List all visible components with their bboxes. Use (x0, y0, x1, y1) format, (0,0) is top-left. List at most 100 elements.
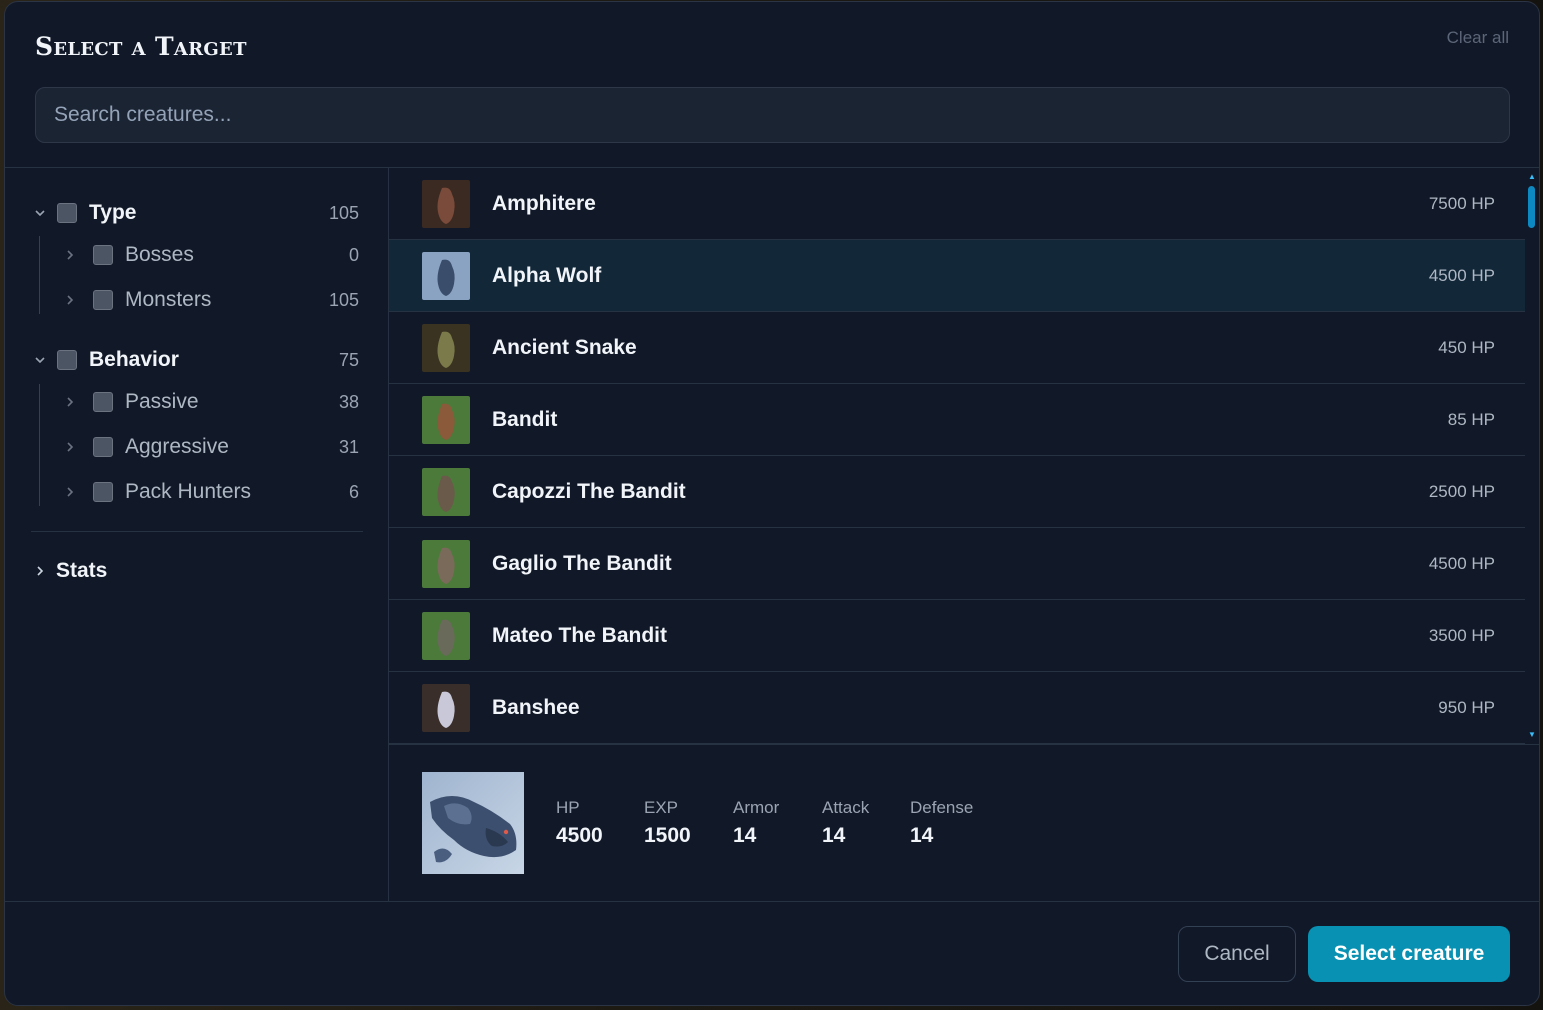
filter-item-count: 38 (338, 391, 359, 412)
creature-thumbnail (422, 684, 470, 732)
chevron-right-icon[interactable] (63, 440, 77, 454)
dialog-title: Select a Target (35, 32, 247, 61)
behavior-checkbox[interactable] (57, 350, 77, 370)
filter-group-behavior[interactable]: Behavior 75 (5, 342, 389, 378)
chevron-right-icon[interactable] (63, 485, 77, 499)
filter-group-label: Type (89, 201, 137, 224)
creature-row[interactable]: Gaglio The Bandit 4500 HP (389, 528, 1525, 600)
stat-label: HP (556, 798, 580, 817)
creature-thumbnail (422, 324, 470, 372)
chevron-right-icon[interactable] (63, 395, 77, 409)
search-input[interactable] (36, 88, 1509, 142)
filter-item-monsters[interactable]: Monsters 105 (5, 282, 389, 318)
stat-value: 1500 (644, 824, 691, 847)
creature-thumbnail (422, 252, 470, 300)
select-target-dialog: Select a Target Clear all Type 105 Bosse… (4, 1, 1540, 1006)
filter-item-aggressive[interactable]: Aggressive 31 (5, 429, 389, 465)
stat-attack: Attack 14 (822, 798, 869, 848)
creature-row[interactable]: Mateo The Bandit 3500 HP (389, 600, 1525, 672)
filter-item-count: 31 (338, 436, 359, 457)
clear-all-button[interactable]: Clear all (1447, 28, 1509, 48)
chevron-right-icon[interactable] (33, 564, 47, 578)
creature-thumbnail (422, 396, 470, 444)
filter-group-count: 75 (338, 349, 359, 370)
filter-item-count: 0 (348, 244, 359, 265)
creature-detail: HP 4500 EXP 1500 Armor 14 Attack 14 Defe… (389, 745, 1539, 901)
pack-hunters-checkbox[interactable] (93, 482, 113, 502)
filter-item-label: Monsters (125, 288, 212, 311)
creature-hp: 2500 HP (1428, 482, 1495, 501)
chevron-down-icon[interactable] (33, 206, 47, 220)
filter-item-label: Bosses (125, 243, 194, 266)
cancel-button[interactable]: Cancel (1178, 926, 1296, 982)
chevron-down-icon[interactable] (33, 353, 47, 367)
creature-hp: 3500 HP (1428, 626, 1495, 645)
scroll-thumb[interactable] (1528, 186, 1535, 228)
creature-hp: 7500 HP (1428, 194, 1495, 213)
creature-thumbnail (422, 180, 470, 228)
creature-hp: 950 HP (1438, 698, 1495, 717)
creature-name: Mateo The Bandit (492, 624, 668, 647)
type-checkbox[interactable] (57, 203, 77, 223)
creature-row[interactable]: Banshee 950 HP (389, 672, 1525, 744)
filter-item-count: 6 (348, 481, 359, 502)
filter-item-label: Pack Hunters (125, 480, 252, 503)
filter-item-label: Aggressive (125, 435, 229, 458)
chevron-right-icon[interactable] (63, 248, 77, 262)
creature-name: Gaglio The Bandit (492, 552, 672, 575)
creature-name: Ancient Snake (492, 336, 637, 359)
filter-item-count: 105 (328, 289, 359, 310)
stat-value: 14 (822, 824, 846, 847)
stats-label: Stats (56, 559, 108, 582)
filter-group-label: Behavior (89, 348, 179, 371)
stat-defense: Defense 14 (910, 798, 973, 848)
stat-label: Attack (822, 798, 870, 817)
filter-group-type[interactable]: Type 105 (5, 195, 389, 231)
monsters-checkbox[interactable] (93, 290, 113, 310)
creature-name: Banshee (492, 696, 580, 719)
stat-label: Armor (733, 798, 780, 817)
creature-hp: 85 HP (1447, 410, 1495, 429)
creature-row[interactable]: Capozzi The Bandit 2500 HP (389, 456, 1525, 528)
aggressive-checkbox[interactable] (93, 437, 113, 457)
filter-item-passive[interactable]: Passive 38 (5, 384, 389, 420)
list-scrollbar[interactable]: ▲ ▼ (1525, 168, 1539, 744)
creature-thumbnail (422, 612, 470, 660)
filter-group-stats[interactable]: Stats (5, 553, 389, 589)
filter-item-label: Passive (125, 390, 199, 413)
stat-value: 14 (733, 824, 757, 847)
creature-hp: 4500 HP (1428, 554, 1495, 573)
creature-row[interactable]: Alpha Wolf 4500 HP (389, 240, 1525, 312)
select-creature-button[interactable]: Select creature (1308, 926, 1510, 982)
filter-sidebar: Type 105 Bosses 0 Monsters 105 Behavior … (5, 168, 389, 901)
stat-armor: Armor 14 (733, 798, 779, 848)
stat-label: Defense (910, 798, 974, 817)
creature-name: Alpha Wolf (492, 264, 602, 287)
stat-value: 14 (910, 824, 934, 847)
chevron-right-icon[interactable] (63, 293, 77, 307)
creature-list: Amphitere 7500 HP Alpha Wolf 4500 HP Ancient… (389, 168, 1539, 744)
stat-value: 4500 (556, 824, 603, 847)
creature-name: Capozzi The Bandit (492, 480, 686, 503)
creature-hp: 450 HP (1438, 338, 1495, 357)
filter-item-bosses[interactable]: Bosses 0 (5, 237, 389, 273)
stat-exp: EXP 1500 (644, 798, 691, 848)
creature-row[interactable]: Bandit 85 HP (389, 384, 1525, 456)
passive-checkbox[interactable] (93, 392, 113, 412)
stat-hp: HP 4500 (556, 798, 603, 848)
creature-name: Bandit (492, 408, 558, 431)
scroll-up-arrow-icon[interactable]: ▲ (1527, 172, 1537, 182)
bosses-checkbox[interactable] (93, 245, 113, 265)
scroll-down-arrow-icon[interactable]: ▼ (1527, 730, 1537, 740)
creature-row[interactable]: Ancient Snake 450 HP (389, 312, 1525, 384)
search-box (35, 87, 1510, 143)
creature-thumbnail (422, 468, 470, 516)
dialog-footer: Cancel Select creature (5, 901, 1539, 1005)
filter-group-count: 105 (328, 202, 359, 223)
filter-divider (31, 531, 363, 532)
creature-preview-image (422, 772, 524, 874)
creature-thumbnail (422, 540, 470, 588)
filter-item-pack-hunters[interactable]: Pack Hunters 6 (5, 474, 389, 510)
creature-hp: 4500 HP (1428, 266, 1495, 285)
creature-row[interactable]: Amphitere 7500 HP (389, 168, 1525, 240)
